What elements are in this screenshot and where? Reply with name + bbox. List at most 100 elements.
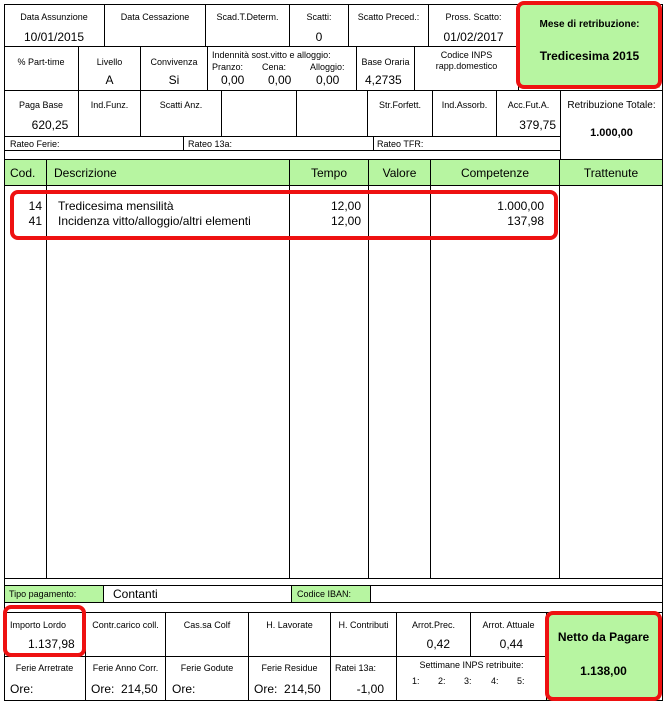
pay-sep-3 bbox=[370, 585, 371, 602]
pay-sep-1 bbox=[103, 585, 104, 602]
settimana-5-label: 5: bbox=[517, 676, 525, 686]
data-cessazione-label: Data Cessazione bbox=[120, 12, 190, 22]
cena-label: Cena: bbox=[262, 62, 287, 72]
str-forfett-label: Str.Forfett. bbox=[378, 100, 421, 110]
ratei-13a-value: -1,00 bbox=[356, 682, 384, 696]
settimana-2-label: 2: bbox=[438, 676, 446, 686]
scad-t-determ-label: Scad.T.Determ. bbox=[216, 12, 279, 22]
ferie-godute-ore-label: Ore: bbox=[172, 682, 196, 696]
pay-sep-2 bbox=[291, 585, 292, 602]
retribuzione-totale-value: 1.000,00 bbox=[590, 127, 633, 139]
convivenza-value: Si bbox=[168, 73, 180, 87]
h-lavorate-label: H. Lavorate bbox=[266, 620, 313, 630]
indennita-label: Indennità sost.vitto e alloggio: bbox=[212, 50, 331, 60]
tipo-pagamento-label: Tipo pagamento: bbox=[9, 589, 77, 599]
ferie-godute-label: Ferie Godute bbox=[180, 663, 234, 673]
arrot-prec-value: 0,42 bbox=[426, 637, 450, 651]
ratei-bottom bbox=[4, 150, 561, 151]
highlight-mese-retribuzione bbox=[516, 1, 662, 89]
row1-bottom bbox=[4, 46, 519, 47]
settimane-inps-label: Settimane INPS retribuite: bbox=[419, 660, 524, 670]
ferie-anno-corr-label: Ferie Anno Corr. bbox=[92, 663, 159, 673]
ferie-anno-corr-value: 214,50 bbox=[121, 682, 158, 696]
scatti-label: Scatti: bbox=[306, 12, 332, 22]
settimana-1-label: 1: bbox=[412, 676, 420, 686]
r1-sep-4 bbox=[348, 4, 349, 46]
rateo-tfr-label: Rateo TFR: bbox=[377, 139, 424, 149]
pross-scatto-label: Pross. Scatto: bbox=[445, 12, 502, 22]
rateo-13a-label: Rateo 13a: bbox=[188, 139, 233, 149]
r2-sep-3 bbox=[207, 47, 208, 90]
contr-carico-coll-label: Contr.carico coll. bbox=[92, 620, 159, 630]
alloggio-value: 0,00 bbox=[316, 73, 340, 87]
ferie-arretrate-ore-label: Ore: bbox=[10, 682, 34, 696]
iban-label: Codice IBAN: bbox=[297, 589, 352, 599]
cas-colf-label: Cas.sa Colf bbox=[183, 620, 231, 630]
tipo-pagamento-value: Contanti bbox=[113, 587, 158, 601]
col-header-competenze: Competenze bbox=[460, 166, 530, 180]
col-header-valore: Valore bbox=[382, 166, 417, 180]
scatto-preced-label: Scatto Preced.: bbox=[357, 12, 420, 22]
acc-fut-a-value: 379,75 bbox=[519, 118, 556, 132]
livello-value: A bbox=[105, 73, 114, 87]
ind-funz-label: Ind.Funz. bbox=[90, 100, 129, 110]
acc-fut-a-label: Acc.Fut.A. bbox=[507, 100, 550, 110]
r3-sep-6 bbox=[432, 91, 433, 136]
scatti-value: 0 bbox=[315, 30, 323, 44]
ferie-arretrate-label: Ferie Arretrate bbox=[15, 663, 74, 673]
table-col-5 bbox=[559, 159, 560, 579]
base-oraria-value: 4,2735 bbox=[365, 73, 402, 87]
paga-base-label: Paga Base bbox=[18, 100, 64, 110]
arrot-prec-label: Arrot.Prec. bbox=[411, 620, 455, 630]
convivenza-label: Convivenza bbox=[150, 57, 198, 67]
settimana-3-label: 3: bbox=[464, 676, 472, 686]
part-time-label: % Part-time bbox=[17, 57, 65, 67]
r2-sep-4 bbox=[356, 47, 357, 90]
base-oraria-label: Base Oraria bbox=[361, 57, 410, 67]
highlight-netto bbox=[545, 611, 662, 701]
row2-bottom bbox=[4, 90, 662, 91]
r1-sep-2 bbox=[205, 4, 206, 46]
r3-sep-4 bbox=[296, 91, 297, 136]
scatti-anz-label: Scatti Anz. bbox=[159, 100, 203, 110]
data-assunzione-value: 10/01/2015 bbox=[23, 30, 85, 44]
r3-sep-3 bbox=[221, 91, 222, 136]
pross-scatto-value: 01/02/2017 bbox=[443, 30, 504, 44]
col-header-cod: Cod. bbox=[10, 166, 36, 180]
table-top bbox=[4, 159, 662, 160]
r3-sep-5 bbox=[367, 91, 368, 136]
ratei-sep-1 bbox=[183, 137, 184, 151]
paga-base-value: 620,25 bbox=[31, 118, 69, 132]
settimana-4-label: 4: bbox=[491, 676, 499, 686]
highlight-importo-lordo bbox=[3, 605, 86, 657]
livello-label: Livello bbox=[96, 57, 123, 67]
table-bottom bbox=[4, 578, 662, 579]
retribuzione-totale-label: Retribuzione Totale: bbox=[567, 100, 656, 111]
alloggio-label: Alloggio: bbox=[310, 62, 345, 72]
pranzo-value: 0,00 bbox=[221, 73, 245, 87]
row3-bottom bbox=[4, 136, 561, 137]
ratei-13a-label: Ratei 13a: bbox=[335, 663, 377, 673]
data-assunzione-label: Data Assunzione bbox=[20, 12, 88, 22]
ind-assorb-label: Ind.Assorb. bbox=[441, 100, 488, 110]
pranzo-label: Pranzo: bbox=[212, 62, 244, 72]
pay-bottom bbox=[4, 602, 662, 603]
arrot-attuale-value: 0,44 bbox=[499, 637, 523, 651]
cena-value: 0,00 bbox=[268, 73, 292, 87]
ferie-anno-corr-ore-label: Ore: bbox=[91, 682, 115, 696]
arrot-attuale-label: Arrot. Attuale bbox=[482, 620, 535, 630]
r1-sep-1 bbox=[104, 4, 105, 46]
rateo-ferie-label: Rateo Ferie: bbox=[10, 139, 60, 149]
table-header-bottom bbox=[4, 185, 662, 186]
col-header-trattenute: Trattenute bbox=[583, 166, 639, 180]
ferie-residue-label: Ferie Residue bbox=[261, 663, 318, 673]
col-header-tempo: Tempo bbox=[310, 166, 348, 180]
codice-inps-label: Codice INPS bbox=[440, 50, 493, 60]
highlight-table-rows bbox=[10, 190, 558, 240]
codice-inps-value: rapp.domestico bbox=[435, 61, 498, 71]
ferie-residue-value: 214,50 bbox=[284, 682, 321, 696]
ratei-sep-2 bbox=[373, 137, 374, 151]
r3-sep-2 bbox=[140, 91, 141, 136]
ferie-residue-ore-label: Ore: bbox=[254, 682, 278, 696]
col-header-descrizione: Descrizione bbox=[54, 166, 117, 180]
